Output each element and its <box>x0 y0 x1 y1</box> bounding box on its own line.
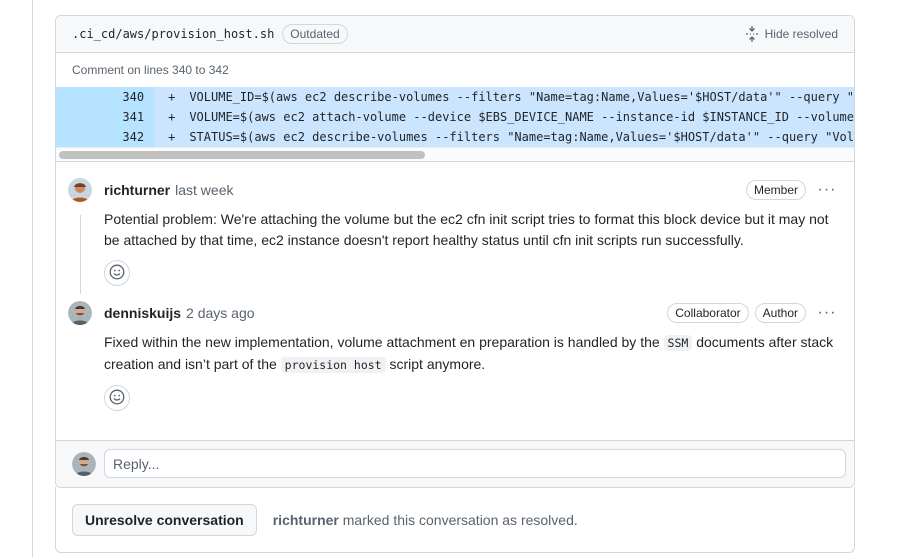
body-text: Fixed within the new implementation, vol… <box>104 334 664 350</box>
horizontal-scrollbar[interactable] <box>56 147 854 161</box>
smiley-icon <box>109 264 125 283</box>
body-text: script anymore. <box>385 356 486 372</box>
code-text: VOLUME_ID=$(aws ec2 describe-volumes --f… <box>189 90 854 104</box>
hide-resolved-label: Hide resolved <box>764 27 838 41</box>
collaborator-badge: Collaborator <box>667 303 749 323</box>
comment: denniskuijs 2 days ago Collaborator Auth… <box>56 301 854 411</box>
more-options-icon[interactable]: ··· <box>816 305 838 321</box>
resolved-text: marked this conversation as resolved. <box>338 511 578 528</box>
comment-time[interactable]: 2 days ago <box>186 305 255 321</box>
file-header: .ci_cd/aws/provision_host.sh Outdated Hi… <box>56 16 854 53</box>
comment-body: Potential problem: We're attaching the v… <box>104 211 829 248</box>
inline-code: provision host <box>280 357 386 373</box>
unresolve-conversation-button[interactable]: Unresolve conversation <box>72 503 257 536</box>
member-badge: Member <box>745 180 806 200</box>
resolved-note: richturner marked this conversation as r… <box>273 512 578 528</box>
fold-icon <box>745 26 759 42</box>
avatar[interactable] <box>68 178 92 202</box>
inline-code: SSM <box>663 335 693 351</box>
thread-connector <box>80 215 81 294</box>
outdated-badge: Outdated <box>282 24 348 44</box>
resolved-footer: Unresolve conversation richturner marked… <box>55 487 855 553</box>
code-line: 341 + VOLUME=$(aws ec2 attach-volume --d… <box>56 107 854 127</box>
line-number[interactable]: 340 <box>56 87 155 107</box>
hide-resolved-button[interactable]: Hide resolved <box>745 26 838 42</box>
timeline-line <box>32 0 33 557</box>
smiley-icon <box>109 389 125 408</box>
add-reaction-button[interactable] <box>104 385 130 411</box>
avatar[interactable] <box>68 301 92 325</box>
code-text: STATUS=$(aws ec2 describe-volumes --filt… <box>189 130 854 144</box>
avatar[interactable] <box>72 452 96 476</box>
scrollbar-thumb[interactable] <box>59 151 425 159</box>
code-text: VOLUME=$(aws ec2 attach-volume --device … <box>189 110 854 124</box>
comment-body: Fixed within the new implementation, vol… <box>104 332 838 376</box>
add-reaction-button[interactable] <box>104 260 130 286</box>
more-options-icon[interactable]: ··· <box>816 182 838 198</box>
comment-author[interactable]: denniskuijs <box>104 305 181 321</box>
comment-time[interactable]: last week <box>175 182 233 198</box>
comment-range: Comment on lines 340 to 342 <box>56 53 854 87</box>
comment-author[interactable]: richturner <box>104 182 170 198</box>
author-badge: Author <box>754 303 806 323</box>
diff-sign: + <box>168 90 176 104</box>
diff-sign: + <box>168 110 176 124</box>
comment: richturner last week Member ··· Potentia… <box>56 178 854 286</box>
divider <box>56 161 854 162</box>
review-thread: .ci_cd/aws/provision_host.sh Outdated Hi… <box>55 15 855 488</box>
line-number[interactable]: 341 <box>56 107 155 127</box>
reply-bar <box>56 440 854 487</box>
resolved-by-user[interactable]: richturner <box>273 512 339 528</box>
diff-sign: + <box>168 130 176 144</box>
code-snippet: 340 + VOLUME_ID=$(aws ec2 describe-volum… <box>56 87 854 161</box>
code-line: 342 + STATUS=$(aws ec2 describe-volumes … <box>56 127 854 147</box>
code-line: 340 + VOLUME_ID=$(aws ec2 describe-volum… <box>56 87 854 107</box>
reply-input[interactable] <box>104 449 846 478</box>
line-number[interactable]: 342 <box>56 127 155 147</box>
file-path[interactable]: .ci_cd/aws/provision_host.sh <box>72 27 274 41</box>
